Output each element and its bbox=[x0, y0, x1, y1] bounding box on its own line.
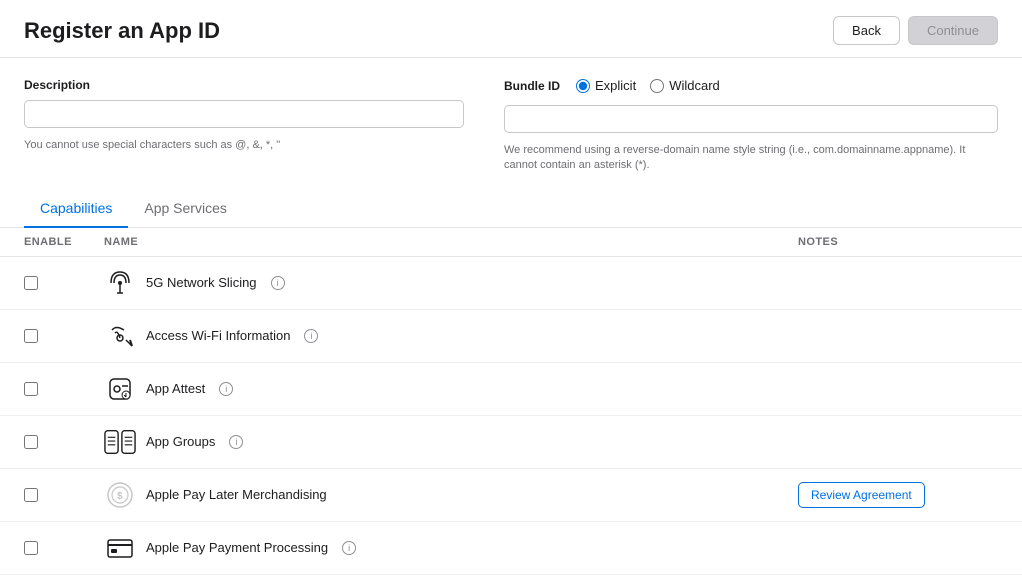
checkbox-groups[interactable] bbox=[24, 435, 38, 449]
wildcard-option[interactable]: Wildcard bbox=[650, 78, 720, 93]
table-row: Apple Pay Payment Processing i bbox=[0, 522, 1022, 575]
tabs-section: Capabilities App Services bbox=[0, 190, 1022, 228]
explicit-label: Explicit bbox=[595, 78, 636, 93]
name-cell-5g: 5G Network Slicing i bbox=[104, 267, 798, 299]
svg-text:$: $ bbox=[117, 491, 123, 502]
name-cell-attest: App Attest i bbox=[104, 373, 798, 405]
wildcard-label: Wildcard bbox=[669, 78, 720, 93]
checkbox-wifi[interactable] bbox=[24, 329, 38, 343]
info-icon-5g[interactable]: i bbox=[271, 276, 285, 290]
info-icon-wifi[interactable]: i bbox=[304, 329, 318, 343]
enable-cell-5g bbox=[24, 276, 104, 290]
description-hint: You cannot use special characters such a… bbox=[24, 138, 464, 153]
name-cell-groups: App Groups i bbox=[104, 426, 798, 458]
bundle-id-group: Bundle ID Explicit Wildcard We recommend… bbox=[504, 78, 998, 174]
bundle-id-input[interactable] bbox=[504, 105, 998, 133]
bundle-id-label: Bundle ID bbox=[504, 79, 560, 93]
bundle-id-hint: We recommend using a reverse-domain name… bbox=[504, 143, 998, 174]
name-cell-wifi: Access Wi-Fi Information i bbox=[104, 320, 798, 352]
tab-app-services[interactable]: App Services bbox=[128, 190, 242, 228]
5g-icon bbox=[104, 267, 136, 299]
groups-icon bbox=[104, 426, 136, 458]
enable-cell-attest bbox=[24, 382, 104, 396]
review-agreement-button[interactable]: Review Agreement bbox=[798, 482, 925, 508]
checkbox-attest[interactable] bbox=[24, 382, 38, 396]
header-buttons: Back Continue bbox=[833, 16, 998, 45]
form-section: Description You cannot use special chara… bbox=[0, 58, 1022, 190]
description-label: Description bbox=[24, 78, 464, 92]
description-input[interactable] bbox=[24, 100, 464, 128]
back-button[interactable]: Back bbox=[833, 16, 900, 45]
wifi-icon bbox=[104, 320, 136, 352]
attest-icon bbox=[104, 373, 136, 405]
description-group: Description You cannot use special chara… bbox=[24, 78, 464, 174]
pay-later-icon: $ bbox=[104, 479, 136, 511]
info-icon-attest[interactable]: i bbox=[219, 382, 233, 396]
table-row: App Attest i bbox=[0, 363, 1022, 416]
table-row: Access Wi-Fi Information i bbox=[0, 310, 1022, 363]
checkbox-pay-later[interactable] bbox=[24, 488, 38, 502]
table-row: 5G Network Slicing i bbox=[0, 257, 1022, 310]
table-row: $ Apple Pay Later Merchandising Review A… bbox=[0, 469, 1022, 522]
bundle-id-header: Bundle ID Explicit Wildcard bbox=[504, 78, 998, 93]
enable-cell-wifi bbox=[24, 329, 104, 343]
page-title: Register an App ID bbox=[24, 18, 220, 44]
capabilities-table: ENABLE NAME NOTES 5G Network Slicing i bbox=[0, 228, 1022, 575]
continue-button: Continue bbox=[908, 16, 998, 45]
name-cell-pay-later: $ Apple Pay Later Merchandising bbox=[104, 479, 798, 511]
table-row: App Groups i bbox=[0, 416, 1022, 469]
tab-capabilities[interactable]: Capabilities bbox=[24, 190, 128, 228]
tabs: Capabilities App Services bbox=[24, 190, 998, 227]
col-name: NAME bbox=[104, 236, 798, 248]
notes-cell-pay-later: Review Agreement bbox=[798, 482, 998, 508]
explicit-radio[interactable] bbox=[576, 79, 590, 93]
name-5g: 5G Network Slicing bbox=[146, 275, 257, 290]
name-groups: App Groups bbox=[146, 434, 215, 449]
col-notes: NOTES bbox=[798, 236, 998, 248]
table-header: ENABLE NAME NOTES bbox=[0, 228, 1022, 257]
name-pay-later: Apple Pay Later Merchandising bbox=[146, 487, 327, 502]
page-header: Register an App ID Back Continue bbox=[0, 0, 1022, 58]
enable-cell-groups bbox=[24, 435, 104, 449]
info-icon-groups[interactable]: i bbox=[229, 435, 243, 449]
explicit-option[interactable]: Explicit bbox=[576, 78, 636, 93]
checkbox-5g[interactable] bbox=[24, 276, 38, 290]
enable-cell-pay-later bbox=[24, 488, 104, 502]
name-wifi: Access Wi-Fi Information bbox=[146, 328, 290, 343]
bundle-id-radio-group: Explicit Wildcard bbox=[576, 78, 720, 93]
wildcard-radio[interactable] bbox=[650, 79, 664, 93]
col-enable: ENABLE bbox=[24, 236, 104, 248]
name-attest: App Attest bbox=[146, 381, 205, 396]
